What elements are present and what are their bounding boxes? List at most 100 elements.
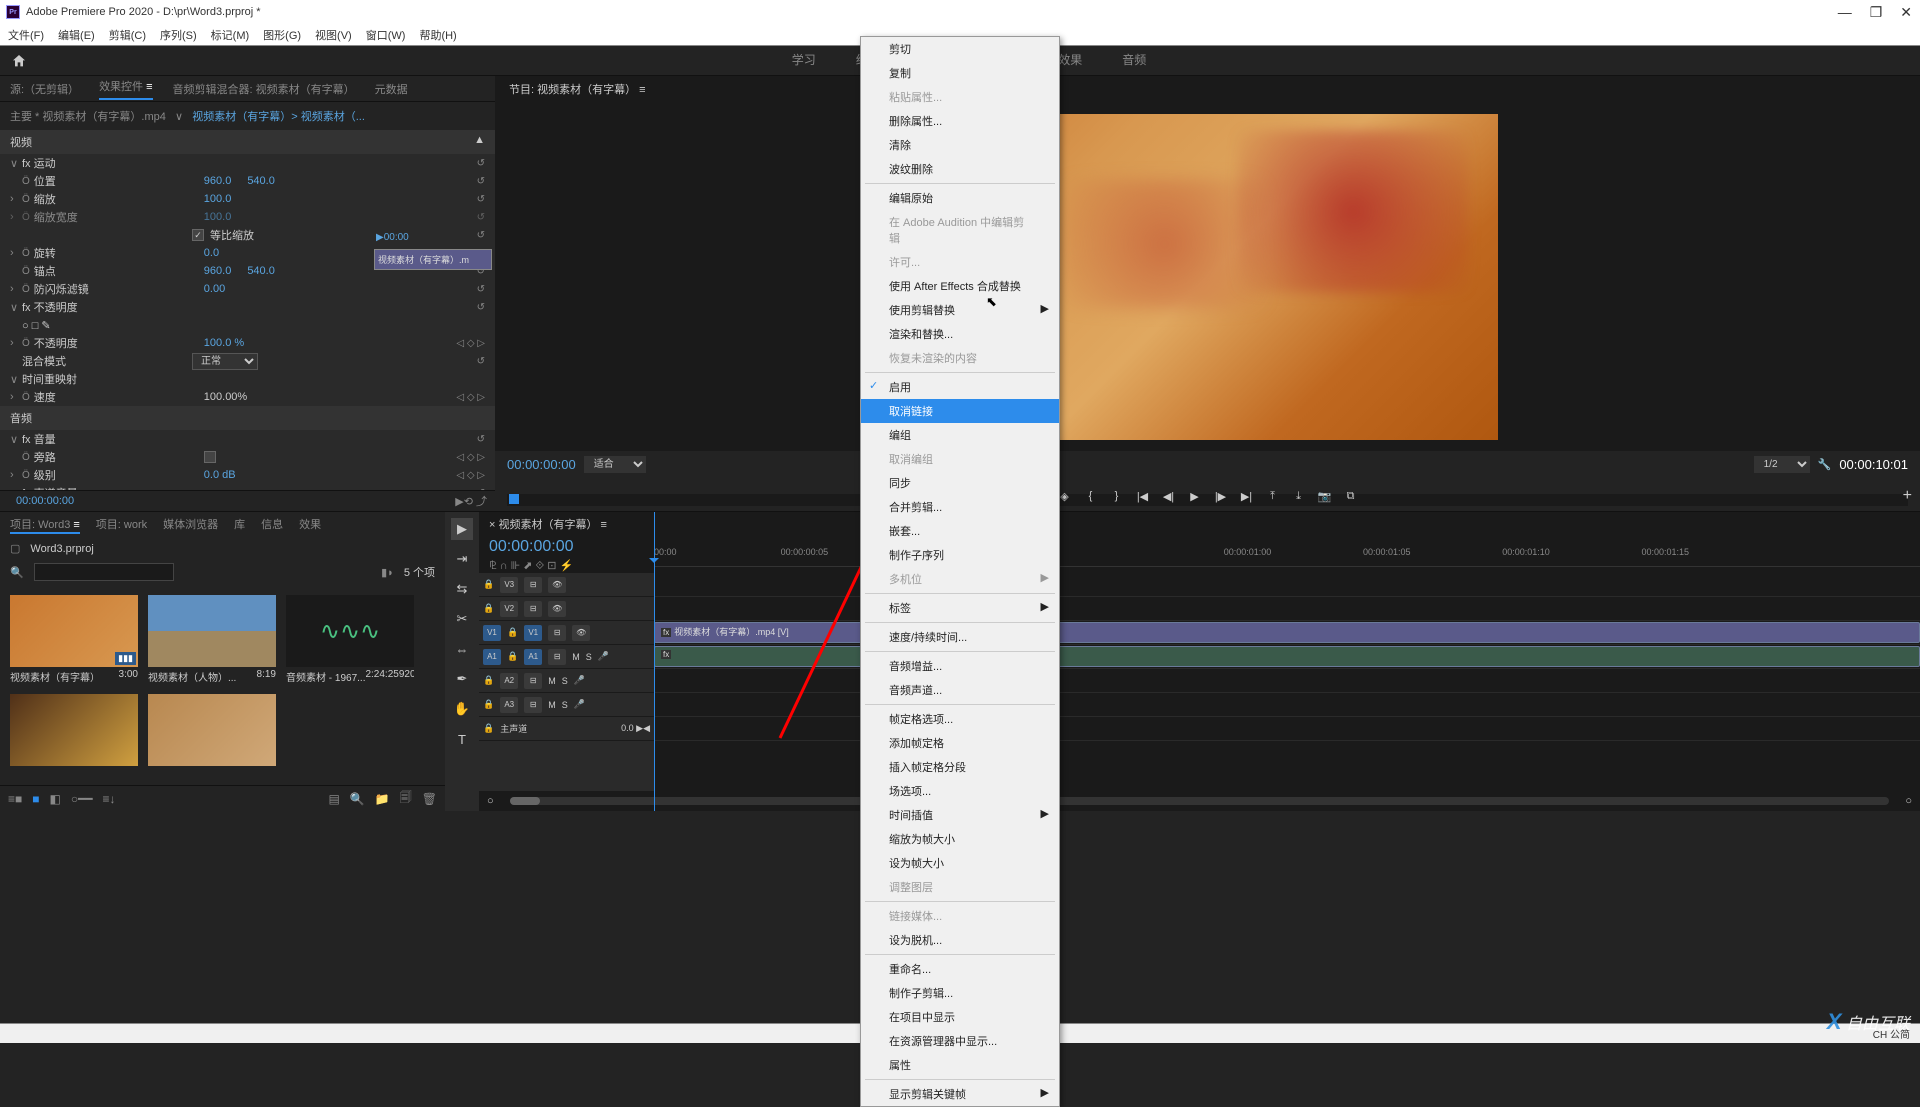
freeform-icon[interactable]: ◧ bbox=[50, 792, 61, 806]
lift-icon[interactable]: ⤒ bbox=[1264, 487, 1282, 505]
workspace-effects[interactable]: 效果 bbox=[1058, 45, 1082, 76]
timeline-ruler[interactable]: 00:00 00:00:00:05 00:00:01:00 00:00:01:0… bbox=[654, 543, 1920, 567]
tab-source[interactable]: 源:（无剪辑） bbox=[10, 81, 79, 97]
track-v2[interactable]: 🔒V2⊟👁 bbox=[479, 597, 654, 621]
ctx-item[interactable]: 场选项... bbox=[861, 779, 1059, 803]
bin-item[interactable] bbox=[148, 694, 276, 766]
track-select-tool-icon[interactable]: ⇥ bbox=[451, 548, 473, 570]
prop-scale[interactable]: ›Ö缩放100.0↺ bbox=[0, 190, 495, 208]
effect-tc[interactable]: 00:00:00:00 bbox=[8, 493, 82, 509]
project-search[interactable] bbox=[34, 563, 174, 581]
selection-tool-icon[interactable]: ▶ bbox=[451, 518, 473, 540]
bin-item[interactable] bbox=[10, 694, 138, 766]
minimize-button[interactable]: — bbox=[1838, 4, 1852, 21]
tab-media-browser[interactable]: 媒体浏览器 bbox=[163, 516, 218, 534]
ctx-item[interactable]: 制作子剪辑... bbox=[861, 981, 1059, 1005]
ctx-item[interactable]: 嵌套... bbox=[861, 519, 1059, 543]
program-tc-in[interactable]: 00:00:00:00 bbox=[507, 457, 576, 472]
menu-graphics[interactable]: 图形(G) bbox=[263, 27, 301, 43]
pen-tool-icon[interactable]: ✒ bbox=[451, 668, 473, 690]
zoom-out-icon[interactable]: ○ bbox=[487, 795, 494, 807]
ctx-item[interactable]: 渲染和替换... bbox=[861, 322, 1059, 346]
slip-tool-icon[interactable]: ⇔ bbox=[451, 638, 473, 660]
compare-icon[interactable]: ⧉ bbox=[1342, 487, 1360, 505]
export-frame-icon[interactable]: 📷 bbox=[1316, 487, 1334, 505]
track-v1[interactable]: V1🔒V1⊟👁 bbox=[479, 621, 654, 645]
find-icon[interactable]: 🔍 bbox=[350, 792, 365, 806]
workspace-learn[interactable]: 学习 bbox=[792, 45, 816, 76]
ctx-item[interactable]: 属性 bbox=[861, 1053, 1059, 1077]
prop-blend[interactable]: 混合模式正常↺ bbox=[0, 352, 495, 370]
fx-timeremap[interactable]: ∨时间重映射 bbox=[0, 370, 495, 388]
timeline-content[interactable]: fx视频素材（有字幕）.mp4 [V] fx bbox=[654, 573, 1920, 791]
timeline-zoom[interactable] bbox=[510, 797, 1890, 805]
tab-metadata[interactable]: 元数据 bbox=[375, 81, 408, 97]
ctx-item[interactable]: 复制 bbox=[861, 61, 1059, 85]
type-tool-icon[interactable]: T bbox=[451, 728, 473, 750]
razor-tool-icon[interactable]: ✂ bbox=[451, 608, 473, 630]
fx-motion[interactable]: ∨fx 运动↺ bbox=[0, 154, 495, 172]
bypass-checkbox[interactable] bbox=[204, 451, 216, 463]
goto-out-icon[interactable]: ▶| bbox=[1238, 487, 1256, 505]
timeline-tab[interactable]: × 视频素材（有字幕） ≡ bbox=[489, 516, 607, 532]
ctx-item[interactable]: 剪切 bbox=[861, 37, 1059, 61]
track-v3[interactable]: 🔒V3⊟👁 bbox=[479, 573, 654, 597]
new-bin-icon[interactable]: 📁 bbox=[375, 792, 390, 806]
ctx-item[interactable]: 制作子序列 bbox=[861, 543, 1059, 567]
fx-opacity[interactable]: ∨fx 不透明度↺ bbox=[0, 298, 495, 316]
res-select[interactable]: 1/2 bbox=[1754, 456, 1810, 473]
timeline-tc[interactable]: 00:00:00:00 bbox=[479, 536, 654, 558]
prop-scale-w[interactable]: ›Ö缩放宽度100.0↺ bbox=[0, 208, 495, 226]
prop-opacity[interactable]: ›Ö不透明度100.0 %◁ ◇ ▷ bbox=[0, 334, 495, 352]
mark-out-icon[interactable]: } bbox=[1108, 487, 1126, 505]
opacity-masks[interactable]: ○ □ ✎ bbox=[0, 316, 495, 334]
ctx-item[interactable]: 使用 After Effects 合成替换 bbox=[861, 274, 1059, 298]
ctx-item[interactable]: 波纹删除 bbox=[861, 157, 1059, 181]
button-editor-icon[interactable]: + bbox=[1903, 487, 1912, 505]
ctx-item[interactable]: 重命名... bbox=[861, 957, 1059, 981]
prop-bypass[interactable]: Ö旁路◁ ◇ ▷ bbox=[0, 448, 495, 466]
track-master[interactable]: 🔒主声道0.0 ▶◀ bbox=[479, 717, 654, 741]
fx-volume[interactable]: ∨fx 音量↺ bbox=[0, 430, 495, 448]
ctx-item[interactable]: 清除 bbox=[861, 133, 1059, 157]
menu-sequence[interactable]: 序列(S) bbox=[160, 27, 197, 43]
track-a1[interactable]: A1🔒A1⊟MS🎤 bbox=[479, 645, 654, 669]
ctx-item[interactable]: 编辑原始 bbox=[861, 186, 1059, 210]
zoom-in-icon[interactable]: ○ bbox=[1905, 795, 1912, 807]
menu-clip[interactable]: 剪辑(C) bbox=[109, 27, 146, 43]
mark-in-icon[interactable]: { bbox=[1082, 487, 1100, 505]
ctx-item[interactable]: 取消链接 bbox=[861, 399, 1059, 423]
bin-item[interactable]: 视频素材（人物）...8:19 bbox=[148, 595, 276, 684]
menu-window[interactable]: 窗口(W) bbox=[366, 27, 406, 43]
ctx-item[interactable]: 删除属性... bbox=[861, 109, 1059, 133]
playhead[interactable] bbox=[654, 512, 655, 811]
ctx-item[interactable]: 显示剪辑关键帧▶ bbox=[861, 1082, 1059, 1106]
close-button[interactable]: ✕ bbox=[1900, 4, 1912, 21]
bin-item[interactable]: ∿∿∿ 音频素材 - 1967...2:24:25920 bbox=[286, 595, 414, 684]
bin-item[interactable]: ▮▮▮ 视频素材（有字幕）3:00 bbox=[10, 595, 138, 684]
ctx-item[interactable]: 添加帧定格 bbox=[861, 731, 1059, 755]
ctx-item[interactable]: 音频增益... bbox=[861, 654, 1059, 678]
step-back-icon[interactable]: ◀| bbox=[1160, 487, 1178, 505]
timeline-options[interactable]: ⅊ ∩ ⊪ ⬈ ⟐ ⊡ ⚡ bbox=[479, 558, 654, 573]
menu-edit[interactable]: 编辑(E) bbox=[58, 27, 95, 43]
prop-speed[interactable]: ›Ö速度100.00%◁ ◇ ▷ bbox=[0, 388, 495, 406]
tab-project-work[interactable]: 项目: work bbox=[96, 516, 147, 534]
track-a2[interactable]: 🔒A2⊟MS🎤 bbox=[479, 669, 654, 693]
track-a3[interactable]: 🔒A3⊟MS🎤 bbox=[479, 693, 654, 717]
ctx-item[interactable]: 编组 bbox=[861, 423, 1059, 447]
tab-audio-mixer[interactable]: 音频剪辑混合器: 视频素材（有字幕） bbox=[173, 81, 355, 97]
menu-view[interactable]: 视图(V) bbox=[315, 27, 352, 43]
menu-file[interactable]: 文件(F) bbox=[8, 27, 44, 43]
settings-icon[interactable]: 🔧 bbox=[1818, 458, 1832, 471]
new-item-icon[interactable]: 🗐 bbox=[400, 788, 412, 809]
tab-libraries[interactable]: 库 bbox=[234, 516, 245, 534]
filter-icon[interactable]: ▮◗ bbox=[381, 566, 394, 579]
list-view-icon[interactable]: ≡■ bbox=[8, 792, 22, 806]
maximize-button[interactable]: ❐ bbox=[1870, 4, 1883, 21]
fx-channel-volume[interactable]: ∨fx 声道音量↺ bbox=[0, 484, 495, 490]
play-icon[interactable]: ▶ bbox=[1186, 487, 1204, 505]
extract-icon[interactable]: ⤓ bbox=[1290, 487, 1308, 505]
zoom-slider[interactable]: ○━━ bbox=[71, 792, 93, 806]
ctx-item[interactable]: 同步 bbox=[861, 471, 1059, 495]
